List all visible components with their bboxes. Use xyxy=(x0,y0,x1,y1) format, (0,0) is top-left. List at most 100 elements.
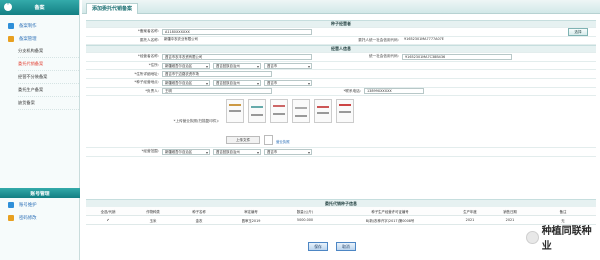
account-header[interactable]: 账号管理 xyxy=(0,188,80,198)
key-icon xyxy=(8,214,14,221)
cancel-button[interactable]: 取消 xyxy=(336,242,356,251)
biz-city-select[interactable]: 昌吉回族自治州 xyxy=(213,79,261,86)
cell-license-no: B(新)农种许字(2017)第0008号 xyxy=(365,218,415,223)
address-detail-label: *住所详细地址: xyxy=(134,71,159,76)
row-biz-location: *种子经营地点: 新疆维吾尔自治区 昌吉回族自治州 昌吉市 xyxy=(86,79,596,88)
col-variety: 种子名称 xyxy=(192,209,206,214)
sidebar-item-record-create[interactable]: 备案制作 xyxy=(0,19,79,32)
sidebar-item-label: 备案制作 xyxy=(19,23,37,29)
table-row[interactable]: ✔ 玉米 金农 昌审玉2019 5000.000 B(新)农种许字(2017)第… xyxy=(86,216,596,225)
cell-crop: 玉米 xyxy=(149,218,157,223)
phone-label: *联系电话: xyxy=(343,88,361,93)
cell-year: 2021 xyxy=(465,218,475,222)
sidebar-item-record-manage[interactable]: 备案管理 xyxy=(0,32,79,45)
seed-table: 委托代销种子信息 全选/代销 作物种类 种子名称 审定编号 数量(公斤) 种子生… xyxy=(86,199,596,225)
license-thumbnail[interactable] xyxy=(292,99,310,124)
upload-file-button[interactable]: 上传文件 xyxy=(226,136,260,145)
legal-person-input[interactable]: 王明 xyxy=(162,88,272,95)
row-legal-person: *负责人: 王明 *联系电话: 13899XXXXXX xyxy=(86,88,596,97)
biz-province-select[interactable]: 新疆维吾尔自治区 xyxy=(162,79,210,86)
row-record-name: *备案者名称: A1180XXXXXX 选择 xyxy=(86,27,596,37)
biz-location-label: *种子经营地点: xyxy=(134,80,159,85)
col-year: 生产年度 xyxy=(463,209,477,214)
table-header-row: 全选/代销 作物种类 种子名称 审定编号 数量(公斤) 种子生产经营许可证编号 … xyxy=(86,207,596,216)
sidebar-sub-consign[interactable]: 委托代销备案 xyxy=(18,58,79,71)
entrust-credit-value: 91652301MA7777A07E xyxy=(402,37,512,44)
sidebar-item-account[interactable]: 账号维护 xyxy=(0,198,80,211)
scope-county-select[interactable]: 昌吉市 xyxy=(264,148,312,155)
sidebar-item-label: 账号维护 xyxy=(19,202,37,208)
select-button[interactable]: 选择 xyxy=(568,27,588,36)
sidebar-header[interactable]: ˄ 备案 xyxy=(0,0,79,15)
cell-variety: 金农 xyxy=(195,218,203,223)
scope-province-select[interactable]: 新疆维吾尔自治区 xyxy=(162,148,210,155)
license-thumbnail[interactable] xyxy=(248,99,266,124)
tab-bar: 添加委托代销备案 xyxy=(82,0,600,14)
license-thumbnail[interactable] xyxy=(314,99,332,124)
address-label: *住所: xyxy=(148,63,159,68)
scope-city-select[interactable]: 昌吉回族自治州 xyxy=(213,148,261,155)
license-upload-label: *上传营业执照(扫描复印件): xyxy=(173,119,219,124)
row-license-upload: *上传营业执照(扫描复印件): 上传文件 营业执照 xyxy=(86,96,596,149)
col-approval-no: 审定编号 xyxy=(244,209,258,214)
record-name-input[interactable]: A1180XXXXXX xyxy=(162,28,312,35)
chevron-up-icon[interactable]: ˄ xyxy=(4,3,12,11)
section-consign-seeds: 委托代销种子信息 xyxy=(86,199,596,207)
sidebar-item-label: 密码修改 xyxy=(19,215,37,221)
cell-date: 2021 xyxy=(505,218,515,222)
sidebar-header-label: 备案 xyxy=(34,5,45,11)
file-icon xyxy=(264,135,273,146)
record-icon xyxy=(8,22,14,29)
sidebar: ˄ 备案 备案制作 备案管理 分支机构备案 委托代销备案 经营不分装备案 委托生… xyxy=(0,0,80,260)
operator-name-input[interactable]: 昌吉市农丰农资有限公司 xyxy=(162,53,312,60)
col-select-all[interactable]: 全选/代销 xyxy=(86,209,130,214)
row-business-scope: *经营范围: 新疆维吾尔自治区 昌吉回族自治州 昌吉市 xyxy=(86,148,596,157)
sidebar-sub-no-package[interactable]: 经营不分装备案 xyxy=(18,71,79,84)
operator-name-label: *经营者名称: xyxy=(138,54,159,59)
sidebar-item-password[interactable]: 密码修改 xyxy=(0,211,80,224)
cell-approval-no: 昌审玉2019 xyxy=(241,218,261,223)
col-remark: 备注 xyxy=(559,209,567,214)
consign-form: 种子经营者 *备案者名称: A1180XXXXXX 选择 委托人名称: 新疆中农… xyxy=(86,20,596,157)
operator-credit-label: 统一社会信用代码: xyxy=(369,54,399,59)
phone-input[interactable]: 13899XXXXXX xyxy=(364,88,424,95)
wechat-logo-icon xyxy=(526,230,539,244)
uploaded-filename[interactable]: 营业执照 xyxy=(276,139,290,144)
row-operator-name: *经营者名称: 昌吉市农丰农资有限公司 统一社会信用代码: 91652301MA… xyxy=(86,53,596,62)
col-crop: 作物种类 xyxy=(146,209,160,214)
sidebar-sub-branch[interactable]: 分支机构备案 xyxy=(18,45,79,58)
row-address-detail: *住所详细地址: 昌吉市宁边路农资市场 xyxy=(86,70,596,79)
watermark: 种植同联种业 xyxy=(526,222,600,252)
main-panel: 添加委托代销备案 种子经营者 *备案者名称: A1180XXXXXX 选择 委托… xyxy=(82,0,600,260)
section-operator-info: 经营人信息 xyxy=(86,45,596,54)
province-select[interactable]: 新疆维吾尔自治区 xyxy=(162,62,210,69)
row-entrust: 委托人名称: 新疆中农农业有限公司 委托人统一社会信用代码: 91652301M… xyxy=(86,37,596,46)
account-header-label: 账号管理 xyxy=(30,191,50,197)
biz-county-select[interactable]: 昌吉市 xyxy=(264,79,312,86)
user-icon xyxy=(8,201,14,208)
license-thumbnails xyxy=(226,99,354,124)
form-actions: 保存 取消 xyxy=(308,242,356,251)
license-thumbnail[interactable] xyxy=(270,99,288,124)
sidebar-sub-shortage[interactable]: 缺货备案 xyxy=(18,97,79,110)
section-seed-operator: 种子经营者 xyxy=(86,20,596,28)
save-button[interactable]: 保存 xyxy=(308,242,328,251)
entrust-label: 委托人名称: xyxy=(139,37,159,42)
legal-person-label: *负责人: xyxy=(145,88,159,93)
sidebar-sub-entrust-production[interactable]: 委托生产备案 xyxy=(18,84,79,97)
license-thumbnail[interactable] xyxy=(226,99,244,124)
col-license-no: 种子生产经营许可证编号 xyxy=(371,209,409,214)
record-name-label: *备案者名称: xyxy=(138,29,159,34)
folder-icon xyxy=(8,35,14,42)
address-detail-input[interactable]: 昌吉市宁边路农资市场 xyxy=(162,71,272,78)
row-checkbox[interactable]: ✔ xyxy=(86,218,130,222)
cell-quantity: 5000.000 xyxy=(296,218,314,222)
county-select[interactable]: 昌吉市 xyxy=(264,62,312,69)
sidebar-account-section: 账号管理 账号维护 密码修改 xyxy=(0,188,80,224)
col-quantity: 数量(公斤) xyxy=(296,209,314,214)
operator-credit-input[interactable]: 91652301MA7C38B436 xyxy=(402,53,512,60)
col-date: 销售日期 xyxy=(503,209,517,214)
license-thumbnail[interactable] xyxy=(336,99,354,124)
city-select[interactable]: 昌吉回族自治州 xyxy=(213,62,261,69)
tab-add-consign[interactable]: 添加委托代销备案 xyxy=(86,3,139,14)
